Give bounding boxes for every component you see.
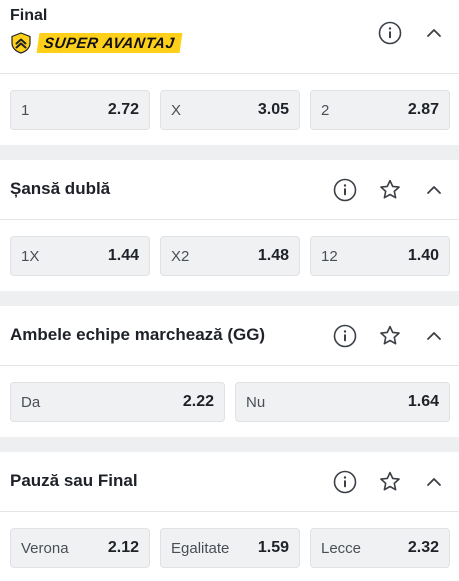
outcome-odds: 3.05 [257, 101, 289, 118]
outcome-label: 2 [321, 102, 330, 119]
info-icon[interactable] [332, 469, 358, 495]
star-icon[interactable] [377, 469, 403, 495]
super-avantaj-badge: SUPER AVANTAJ [10, 32, 182, 54]
market-final: Final SUPER AVANTAJ 1 2.72 X 3.05 2 2.87 [0, 0, 459, 145]
outcome-label: Da [21, 394, 41, 411]
outcome-button-1[interactable]: 1 2.72 [10, 90, 150, 130]
outcome-button-x2[interactable]: X2 1.48 [160, 236, 300, 276]
super-avantaj-shield-icon [11, 32, 31, 54]
outcome-odds: 2.22 [182, 393, 214, 410]
outcome-label: X2 [171, 248, 190, 265]
outcome-label: 1 [21, 102, 30, 119]
outcome-label: Lecce [321, 540, 362, 557]
outcome-odds: 1.48 [257, 247, 289, 264]
outcome-odds: 1.64 [407, 393, 439, 410]
market-header[interactable]: Ambele echipe marchează (GG) [0, 306, 459, 366]
header-divider [0, 365, 459, 366]
outcome-odds: 2.72 [107, 101, 139, 118]
outcome-odds: 2.12 [107, 539, 139, 556]
info-icon[interactable] [377, 20, 403, 46]
outcome-label: Nu [246, 394, 266, 411]
outcome-button-1x[interactable]: 1X 1.44 [10, 236, 150, 276]
market-title: Șansă dublă [10, 179, 111, 198]
market-title: Ambele echipe marchează (GG) [10, 325, 266, 344]
outcome-button-verona[interactable]: Verona 2.12 [10, 528, 150, 568]
outcome-button-nu[interactable]: Nu 1.64 [235, 382, 450, 422]
outcome-button-lecce[interactable]: Lecce 2.32 [310, 528, 450, 568]
outcome-button-12[interactable]: 12 1.40 [310, 236, 450, 276]
outcome-button-da[interactable]: Da 2.22 [10, 382, 225, 422]
outcome-label: 12 [321, 248, 338, 265]
chevron-up-icon[interactable] [421, 177, 447, 203]
outcome-label: X [171, 102, 182, 119]
header-divider [0, 511, 459, 512]
market-header[interactable]: Șansă dublă [0, 160, 459, 220]
chevron-up-icon[interactable] [421, 323, 447, 349]
header-divider [0, 219, 459, 220]
market-header[interactable]: Final SUPER AVANTAJ [0, 0, 459, 74]
market-double-chance: Șansă dublă 1X 1.44 X2 1.48 12 1.40 [0, 160, 459, 291]
header-divider [0, 73, 459, 74]
outcome-odds: 2.32 [407, 539, 439, 556]
outcome-odds: 2.87 [407, 101, 439, 118]
outcome-label: Verona [21, 540, 69, 557]
outcome-button-egalitate[interactable]: Egalitate 1.59 [160, 528, 300, 568]
market-header[interactable]: Pauză sau Final [0, 452, 459, 512]
info-icon[interactable] [332, 177, 358, 203]
info-icon[interactable] [332, 323, 358, 349]
chevron-up-icon[interactable] [421, 469, 447, 495]
outcome-label: 1X [21, 248, 40, 265]
outcome-button-2[interactable]: 2 2.87 [310, 90, 450, 130]
outcome-button-x[interactable]: X 3.05 [160, 90, 300, 130]
star-icon[interactable] [377, 323, 403, 349]
market-title: Pauză sau Final [10, 471, 138, 490]
outcome-odds: 1.40 [407, 247, 439, 264]
market-title: Final [10, 7, 48, 24]
outcome-label: Egalitate [171, 540, 230, 557]
chevron-up-icon[interactable] [421, 20, 447, 46]
market-half-time-full-time: Pauză sau Final Verona 2.12 Egalitate 1.… [0, 452, 459, 581]
super-avantaj-label: SUPER AVANTAJ [36, 33, 182, 53]
outcome-odds: 1.59 [257, 539, 289, 556]
star-icon[interactable] [377, 177, 403, 203]
outcome-odds: 1.44 [107, 247, 139, 264]
market-both-teams-score: Ambele echipe marchează (GG) Da 2.22 Nu … [0, 306, 459, 437]
